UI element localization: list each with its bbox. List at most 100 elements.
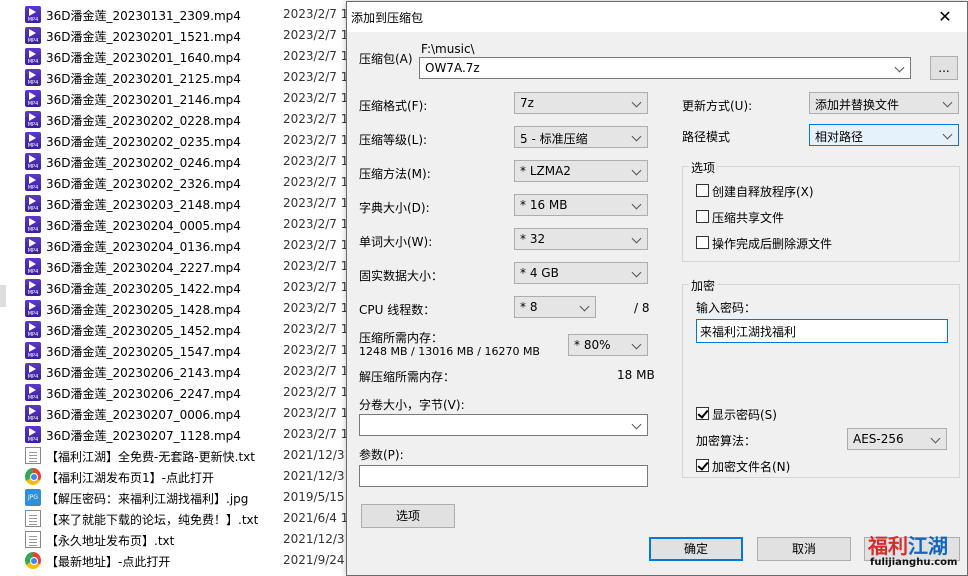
cancel-button[interactable]: 取消 — [757, 537, 851, 561]
checkbox-box[interactable] — [696, 184, 709, 197]
level-select[interactable]: 5 - 标准压缩 — [514, 126, 648, 148]
file-row[interactable]: 36D潘金莲_20230131_2309.mp4 2023/2/7 1 — [0, 4, 360, 25]
file-date: 2023/2/7 1 — [283, 427, 349, 441]
file-row[interactable]: 36D潘金莲_20230201_1640.mp4 2023/2/7 1 — [0, 46, 360, 67]
file-row[interactable]: 36D潘金莲_20230202_0235.mp4 2023/2/7 1 — [0, 130, 360, 151]
options-group: 选项 创建自释放程序(X) 压缩共享文件 操作完成后删除源文件 — [682, 159, 960, 262]
chevron-down-icon[interactable] — [631, 198, 643, 212]
word-select[interactable]: * 32 — [514, 228, 648, 250]
file-row[interactable]: 【来了就能下载的论坛，纯免费！】.txt 2021/6/4 1 — [0, 508, 360, 529]
file-row[interactable]: 36D潘金莲_20230207_1128.mp4 2023/2/7 1 — [0, 424, 360, 445]
file-row[interactable]: 36D潘金莲_20230206_2247.mp4 2023/2/7 1 — [0, 382, 360, 403]
threads-value: * 8 — [520, 300, 538, 314]
mp4-file-icon — [25, 111, 41, 128]
chevron-down-icon[interactable] — [631, 418, 643, 432]
pathmode-select[interactable]: 相对路径 — [809, 124, 959, 146]
chevron-down-icon[interactable] — [894, 61, 906, 75]
params-input[interactable] — [359, 465, 648, 487]
chevron-down-icon[interactable] — [631, 96, 643, 110]
file-row[interactable]: 36D潘金莲_20230205_1422.mp4 2023/2/7 1 — [0, 277, 360, 298]
checkbox-box-checked[interactable] — [696, 459, 709, 472]
password-input[interactable]: 来福利江湖找福利 — [696, 319, 948, 343]
file-name: 36D潘金莲_20230205_1428.mp4 — [46, 303, 241, 317]
file-row[interactable]: 36D潘金莲_20230202_0228.mp4 2023/2/7 1 — [0, 109, 360, 130]
file-row[interactable]: 36D潘金莲_20230201_2146.mp4 2023/2/7 1 — [0, 88, 360, 109]
file-date: 2023/2/7 1 — [283, 91, 349, 105]
file-row[interactable]: 36D潘金莲_20230202_0246.mp4 2023/2/7 1 — [0, 151, 360, 172]
file-name: 36D潘金莲_20230202_0228.mp4 — [46, 114, 241, 128]
compress-shared-label: 压缩共享文件 — [712, 211, 785, 225]
chevron-down-icon[interactable] — [631, 232, 643, 246]
file-row[interactable]: 【永久地址发布页】.txt 2021/12/31 — [0, 529, 360, 550]
file-row[interactable]: 36D潘金莲_20230204_0005.mp4 2023/2/7 1 — [0, 214, 360, 235]
file-row[interactable]: 【解压密码：来福利江湖找福利】.jpg 2019/5/15 — [0, 487, 360, 508]
solid-select[interactable]: * 4 GB — [514, 262, 648, 284]
split-combobox[interactable] — [359, 414, 648, 436]
browse-button[interactable]: ... — [930, 56, 958, 80]
file-row[interactable]: 36D潘金莲_20230201_1521.mp4 2023/2/7 1 — [0, 25, 360, 46]
file-row[interactable]: 【福利江湖发布页1】-点此打开 2021/12/31 — [0, 466, 360, 487]
dialog-titlebar[interactable]: 添加到压缩包 ✕ — [347, 2, 967, 32]
mp4-file-icon — [25, 153, 41, 170]
chevron-down-icon[interactable] — [631, 130, 643, 144]
file-row[interactable]: 36D潘金莲_20230205_1428.mp4 2023/2/7 1 — [0, 298, 360, 319]
text-file-icon — [25, 447, 41, 464]
file-row[interactable]: 【福利江湖】全免费-无套路-更新快.txt 2021/12/31 — [0, 445, 360, 466]
chevron-down-icon[interactable] — [579, 300, 591, 314]
ok-button[interactable]: 确定 — [649, 537, 743, 561]
mem-percent-select[interactable]: * 80% — [568, 334, 648, 356]
file-row[interactable]: 36D潘金莲_20230205_1547.mp4 2023/2/7 1 — [0, 340, 360, 361]
checkbox-box[interactable] — [696, 236, 709, 249]
file-date: 2023/2/7 1 — [283, 301, 349, 315]
chevron-down-icon[interactable] — [631, 338, 643, 352]
file-row[interactable]: 36D潘金莲_20230207_0006.mp4 2023/2/7 1 — [0, 403, 360, 424]
chevron-down-icon[interactable] — [631, 164, 643, 178]
file-date: 2021/12/31 — [283, 532, 353, 546]
show-password-label: 显示密码(S) — [712, 408, 777, 422]
mem-decomp-value: 18 MB — [617, 368, 655, 382]
close-icon[interactable]: ✕ — [923, 2, 967, 32]
update-select[interactable]: 添加并替换文件 — [809, 92, 959, 114]
file-row[interactable]: 36D潘金莲_20230202_2326.mp4 2023/2/7 1 — [0, 172, 360, 193]
delete-after-label: 操作完成后删除源文件 — [712, 237, 833, 251]
mp4-file-icon — [25, 405, 41, 422]
chevron-down-icon[interactable] — [942, 128, 954, 142]
splitter-handle[interactable] — [0, 285, 6, 307]
format-value: 7z — [520, 96, 534, 110]
threads-label: CPU 线程数： — [359, 303, 436, 317]
mp4-file-icon — [25, 132, 41, 149]
checkbox-box[interactable] — [696, 210, 709, 223]
dict-label: 字典大小(D): — [359, 201, 430, 215]
mp4-file-icon — [25, 69, 41, 86]
archive-name-combobox[interactable]: OW7A.7z — [419, 57, 911, 79]
file-row[interactable]: 36D潘金莲_20230203_2148.mp4 2023/2/7 1 — [0, 193, 360, 214]
options-button[interactable]: 选项 — [361, 504, 455, 528]
file-row[interactable]: 【最新地址】-点此打开 2021/9/24 — [0, 550, 360, 571]
file-date: 2023/2/7 1 — [283, 217, 349, 231]
file-row[interactable]: 36D潘金莲_20230204_2227.mp4 2023/2/7 1 — [0, 256, 360, 277]
file-name: 36D潘金莲_20230205_1422.mp4 — [46, 282, 241, 296]
file-row[interactable]: 36D潘金莲_20230204_0136.mp4 2023/2/7 1 — [0, 235, 360, 256]
enc-method-value: AES-256 — [853, 432, 904, 446]
mp4-file-icon — [25, 342, 41, 359]
chevron-down-icon[interactable] — [930, 432, 942, 446]
chevron-down-icon[interactable] — [631, 266, 643, 280]
threads-select[interactable]: * 8 — [514, 296, 596, 318]
file-name: 36D潘金莲_20230202_0235.mp4 — [46, 135, 241, 149]
mp4-file-icon — [25, 279, 41, 296]
file-row[interactable]: 36D潘金莲_20230205_1452.mp4 2023/2/7 1 — [0, 319, 360, 340]
dict-select[interactable]: * 16 MB — [514, 194, 648, 216]
file-date: 2023/2/7 1 — [283, 280, 349, 294]
url-shortcut-icon — [25, 552, 41, 569]
format-select[interactable]: 7z — [514, 92, 648, 114]
file-date: 2023/2/7 1 — [283, 259, 349, 273]
file-row[interactable]: 36D潘金莲_20230206_2143.mp4 2023/2/7 1 — [0, 361, 360, 382]
checkbox-box-checked[interactable] — [696, 407, 709, 420]
file-name: 36D潘金莲_20230205_1452.mp4 — [46, 324, 241, 338]
password-label: 输入密码： — [696, 301, 757, 315]
pathmode-label: 路径模式 — [682, 130, 731, 144]
file-row[interactable]: 36D潘金莲_20230201_2125.mp4 2023/2/7 1 — [0, 67, 360, 88]
enc-method-select[interactable]: AES-256 — [847, 428, 947, 450]
chevron-down-icon[interactable] — [942, 96, 954, 110]
method-select[interactable]: * LZMA2 — [514, 160, 648, 182]
